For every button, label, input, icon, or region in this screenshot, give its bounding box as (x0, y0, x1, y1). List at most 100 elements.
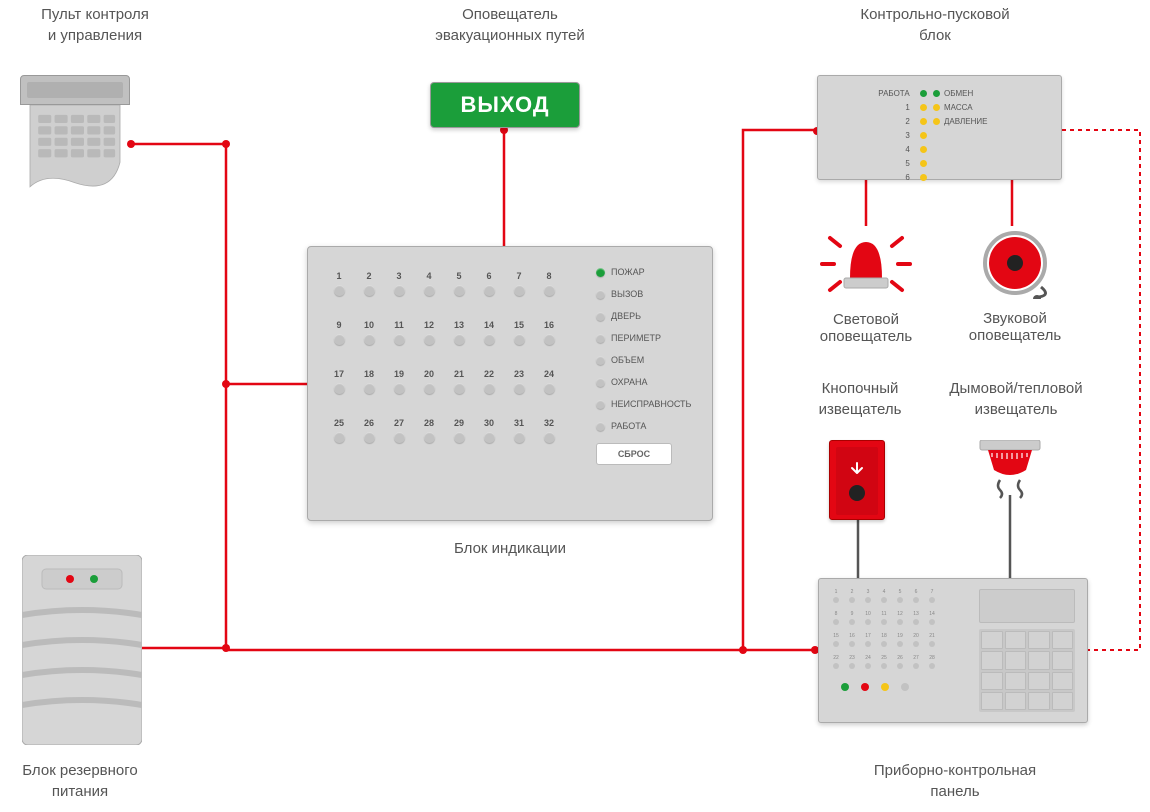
ind-cell-13: 13 (452, 320, 466, 345)
ind-cell-9: 9 (332, 320, 346, 345)
cp-cell-23: 23 (847, 655, 857, 669)
ind-cell-1: 1 (332, 271, 346, 296)
cp-cell-24: 24 (863, 655, 873, 669)
ind-cell-18: 18 (362, 369, 376, 394)
cp-cell-16: 16 (847, 633, 857, 647)
bell-icon (965, 227, 1065, 299)
cp-cell-17: 17 (863, 633, 873, 647)
label-smoke: Дымовой/тепловой извещатель (936, 378, 1096, 420)
control-panel: 1234567891011121314151617181920212223242… (818, 578, 1088, 723)
sound-bell: Звуковой оповещатель (965, 227, 1065, 344)
clblock-n3: 3 (905, 131, 909, 140)
cp-cell-22: 22 (831, 655, 841, 669)
status-3: ПЕРИМЕТР (596, 333, 698, 343)
ind-cell-28: 28 (422, 418, 436, 443)
cp-cell-5: 5 (895, 589, 905, 603)
clblock-n5: 5 (905, 159, 909, 168)
cp-cell-3: 3 (863, 589, 873, 603)
cp-cell-18: 18 (879, 633, 889, 647)
ind-cell-24: 24 (542, 369, 556, 394)
ind-cell-2: 2 (362, 271, 376, 296)
ind-cell-17: 17 (332, 369, 346, 394)
ind-cell-4: 4 (422, 271, 436, 296)
ind-cell-10: 10 (362, 320, 376, 345)
ind-cell-15: 15 (512, 320, 526, 345)
cp-cell-21: 21 (927, 633, 937, 647)
status-6: НЕИСПРАВНОСТЬ (596, 399, 698, 409)
mcp-button (849, 485, 865, 501)
clblock-n2: 2 (905, 117, 909, 126)
ind-cell-14: 14 (482, 320, 496, 345)
clblock-n6: 6 (905, 173, 909, 182)
label-exit: Оповещатель эвакуационных путей (405, 4, 615, 46)
ind-cell-12: 12 (422, 320, 436, 345)
clblock-n1: 1 (905, 103, 909, 112)
cp-cell-20: 20 (911, 633, 921, 647)
exit-sign: ВЫХОД (430, 82, 580, 128)
control-launch-block: РАБОТА ОБМЕН 1 МАССА 2 ДАВЛЕНИЕ 3 4 5 6 (817, 75, 1062, 180)
cp-cell-19: 19 (895, 633, 905, 647)
node (222, 140, 230, 148)
clblock-r2: ДАВЛЕНИЕ (944, 117, 987, 126)
cp-cell-4: 4 (879, 589, 889, 603)
cp-cell-15: 15 (831, 633, 841, 647)
ind-cell-7: 7 (512, 271, 526, 296)
keypad-device (20, 75, 130, 200)
ind-cell-22: 22 (482, 369, 496, 394)
cp-cell-1: 1 (831, 589, 841, 603)
cp-cell-13: 13 (911, 611, 921, 625)
ind-cell-11: 11 (392, 320, 406, 345)
status-0: ПОЖАР (596, 267, 698, 277)
ind-cell-8: 8 (542, 271, 556, 296)
cp-cell-9: 9 (847, 611, 857, 625)
ind-cell-21: 21 (452, 369, 466, 394)
arrow-down-icon (849, 461, 865, 477)
manual-call-point (829, 440, 885, 520)
label-mcp: Кнопочный извещатель (790, 378, 930, 420)
cp-cell-26: 26 (895, 655, 905, 669)
cp-cell-6: 6 (911, 589, 921, 603)
light-siren: Световой оповещатель (816, 228, 916, 345)
power-icon (22, 555, 142, 745)
cpanel-display (979, 589, 1075, 623)
reset-button[interactable]: СБРОС (596, 443, 672, 465)
cp-cell-28: 28 (927, 655, 937, 669)
ind-cell-29: 29 (452, 418, 466, 443)
status-4: ОБЪЕМ (596, 355, 698, 365)
cp-cell-7: 7 (927, 589, 937, 603)
status-5: ОХРАНА (596, 377, 698, 387)
ind-cell-23: 23 (512, 369, 526, 394)
smoke-detector (978, 440, 1042, 505)
ind-cell-6: 6 (482, 271, 496, 296)
bell-label: Звуковой оповещатель (965, 310, 1065, 344)
ind-cell-19: 19 (392, 369, 406, 394)
cpanel-keypad (979, 629, 1075, 712)
label-keypad: Пульт контроля и управления (20, 4, 170, 46)
cp-cell-27: 27 (911, 655, 921, 669)
ind-cell-16: 16 (542, 320, 556, 345)
label-clblock: Контрольно-пусковой блок (800, 4, 1070, 46)
siren-icon (816, 228, 916, 300)
ind-cell-26: 26 (362, 418, 376, 443)
cp-led (841, 683, 849, 691)
cp-cell-10: 10 (863, 611, 873, 625)
cp-cell-14: 14 (927, 611, 937, 625)
node (222, 380, 230, 388)
clblock-r0: ОБМЕН (944, 89, 973, 98)
siren-label: Световой оповещатель (816, 311, 916, 345)
cp-cell-12: 12 (895, 611, 905, 625)
status-2: ДВЕРЬ (596, 311, 698, 321)
exit-sign-text: ВЫХОД (460, 92, 549, 118)
cp-led (901, 683, 909, 691)
node (739, 646, 747, 654)
ind-cell-3: 3 (392, 271, 406, 296)
cp-cell-11: 11 (879, 611, 889, 625)
clblock-worklbl: РАБОТА (878, 89, 909, 98)
label-indblock: Блок индикации (420, 538, 600, 559)
ind-cell-5: 5 (452, 271, 466, 296)
clblock-r1: МАССА (944, 103, 973, 112)
ind-cell-25: 25 (332, 418, 346, 443)
ind-cell-20: 20 (422, 369, 436, 394)
label-power: Блок резервного питания (0, 760, 170, 802)
ind-cell-27: 27 (392, 418, 406, 443)
